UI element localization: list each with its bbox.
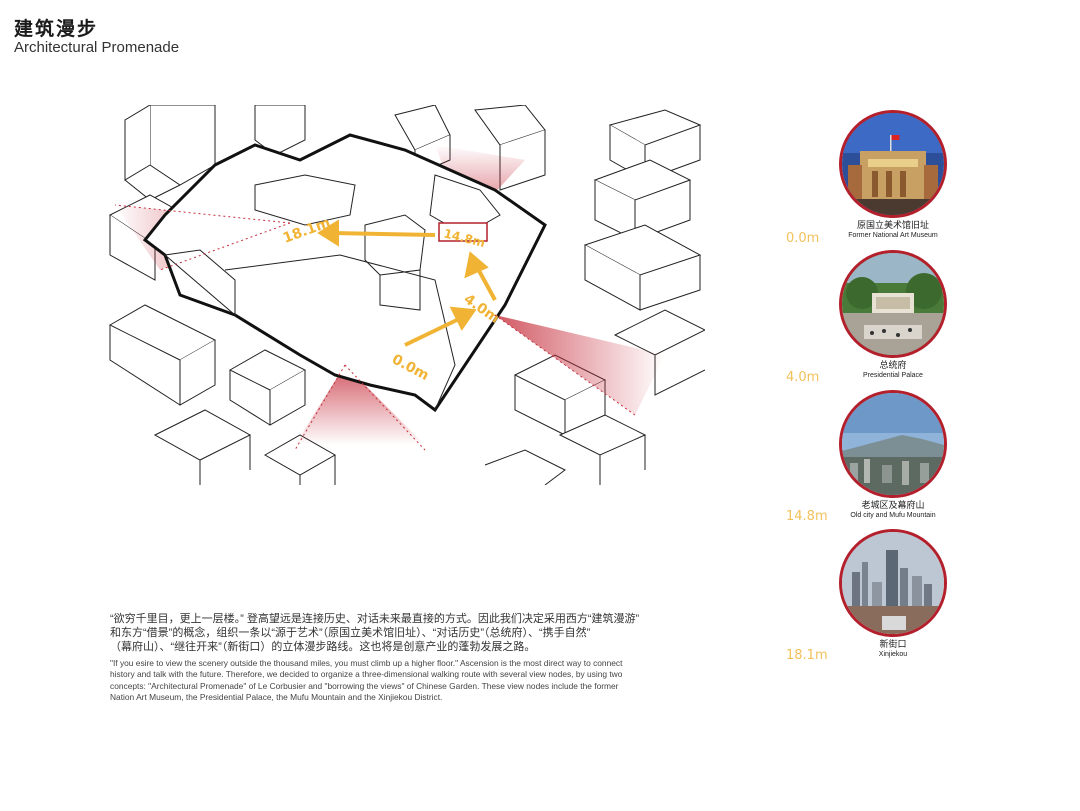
description-cn-line: （幕府山）、“继往开来”（新街口）的立体漫步路线。这也将是创意产业的蓬勃发展之路…: [110, 641, 536, 653]
view-node-museum: 原国立美术馆旧址 Former National Art Museum: [828, 110, 958, 240]
node-caption-cn: 新街口: [879, 639, 907, 649]
node-height-label: 14.8m: [786, 509, 828, 524]
node-caption-en: Xinjiekou: [878, 651, 908, 658]
palace-photo-icon: [839, 250, 947, 358]
page-title-en: Architectural Promenade: [14, 39, 180, 56]
museum-photo-icon: [839, 110, 947, 218]
node-height-label: 18.1m: [786, 648, 828, 663]
view-node-skyline: 新街口 Xinjiekou: [828, 529, 958, 659]
description-en-line: "If you esire to view the scenery outsid…: [110, 658, 623, 668]
description-block: “欲穷千里目，更上一层楼。” 登高望远是连接历史、对话未来最直接的方式。因此我们…: [110, 612, 710, 704]
node-height-label: 4.0m: [786, 370, 820, 385]
description-en-line: Nation Art Museum, the Presidential Pala…: [110, 692, 443, 703]
description-en-line: history and talk with the future. Theref…: [110, 669, 623, 680]
node-caption-cn: 总统府: [879, 360, 907, 370]
node-caption-cn: 原国立美术馆旧址: [856, 220, 929, 230]
node-caption-en: Presidential Palace: [863, 372, 923, 379]
mountain-photo-icon: [839, 390, 947, 498]
page-title-cn: 建筑漫步: [14, 19, 99, 40]
view-node-palace: 总统府 Presidential Palace: [828, 250, 958, 380]
description-en-line: concepts: "Architectural Promenade" of L…: [110, 680, 619, 691]
node-caption-cn: 老城区及幕府山: [861, 500, 925, 510]
description-en: "If you esire to view the scenery outsid…: [110, 658, 710, 704]
route-arrow-14m: [332, 231, 436, 237]
skyline-photo-icon: [839, 529, 947, 637]
axonometric-diagram: 0.0m 4.0m 14.8m 18.1m: [108, 105, 705, 485]
node-caption-en: Former National Art Museum: [848, 232, 938, 239]
view-node-mountain: 老城区及幕府山 Old city and Mufu Mountain: [828, 390, 958, 520]
description-cn-line: 和东方“借景”的概念，组织一条以“源于艺术”（原国立美术馆旧址）、“对话历史”（…: [110, 627, 591, 639]
node-caption-en: Old city and Mufu Mountain: [850, 512, 936, 519]
description-cn: “欲穷千里目，更上一层楼。” 登高望远是连接历史、对话未来最直接的方式。因此我们…: [110, 612, 710, 654]
description-cn-line: “欲穷千里目，更上一层楼。” 登高望远是连接历史、对话未来最直接的方式。因此我们…: [110, 613, 640, 625]
node-height-label: 0.0m: [786, 231, 820, 246]
